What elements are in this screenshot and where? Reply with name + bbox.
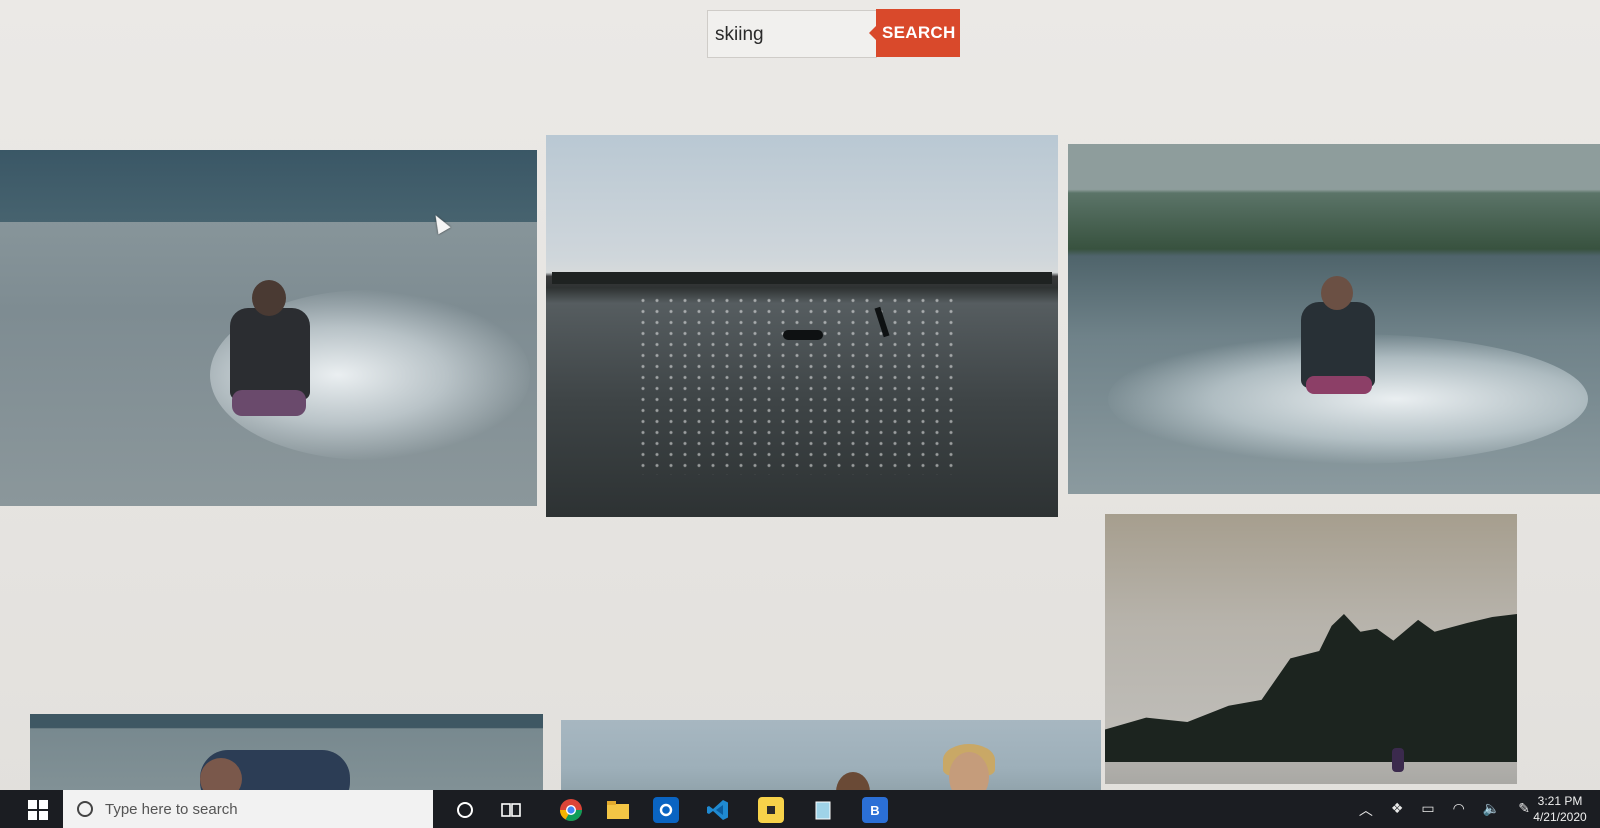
taskbar: Type here to search B ︿ ❖ ▭ ◠ 🔈 ✎ 3:21 P… [0, 790, 1600, 828]
dropbox-icon[interactable]: ❖ [1391, 800, 1404, 820]
clock[interactable]: 3:21 PM 4/21/2020 [1530, 793, 1590, 825]
result-image-1[interactable] [0, 150, 537, 506]
clock-time: 3:21 PM [1537, 794, 1583, 808]
chrome-icon[interactable] [558, 797, 584, 823]
wifi-icon[interactable]: ◠ [1453, 800, 1465, 820]
pen-icon[interactable]: ✎ [1518, 800, 1530, 820]
clock-date: 4/21/2020 [1533, 810, 1587, 824]
vscode-icon[interactable] [705, 797, 731, 823]
forest [1105, 614, 1517, 762]
windows-start-button[interactable] [20, 796, 56, 824]
water-sparkle [636, 295, 956, 475]
task-view-icon[interactable] [498, 797, 524, 823]
result-image-2[interactable] [546, 135, 1058, 517]
search-icon [77, 801, 93, 817]
search-input[interactable] [713, 18, 867, 52]
skier [1392, 748, 1404, 772]
battery-icon[interactable]: ▭ [1421, 800, 1434, 820]
screen: SEARCH Type here to s [0, 0, 1600, 828]
treeline [552, 272, 1052, 284]
b-app-icon[interactable]: B [862, 797, 888, 823]
shoreline [0, 150, 537, 222]
notepad-icon[interactable] [810, 797, 836, 823]
windows-logo-icon [28, 800, 48, 820]
chevron-up-icon[interactable]: ︿ [1359, 800, 1373, 820]
volume-icon[interactable]: 🔈 [1483, 800, 1500, 820]
result-image-4[interactable] [1105, 514, 1517, 784]
system-tray: ︿ ❖ ▭ ◠ 🔈 ✎ [1359, 800, 1530, 820]
sticky-notes-icon[interactable] [758, 797, 784, 823]
taskbar-search-placeholder: Type here to search [105, 800, 238, 818]
taskbar-search[interactable]: Type here to search [63, 790, 433, 828]
kneeboarder [230, 308, 310, 400]
kneeboarder-head [252, 280, 286, 316]
cortana-icon[interactable] [452, 797, 478, 823]
kneeboard [232, 390, 306, 416]
swimmer [783, 330, 823, 340]
kneeboard [1306, 376, 1372, 394]
result-image-3[interactable] [1068, 144, 1600, 494]
kneeboarder-head [1321, 276, 1353, 310]
search-button[interactable]: SEARCH [869, 9, 960, 57]
file-explorer-icon[interactable] [605, 797, 631, 823]
search-box[interactable] [707, 10, 877, 58]
outlook-icon[interactable] [653, 797, 679, 823]
